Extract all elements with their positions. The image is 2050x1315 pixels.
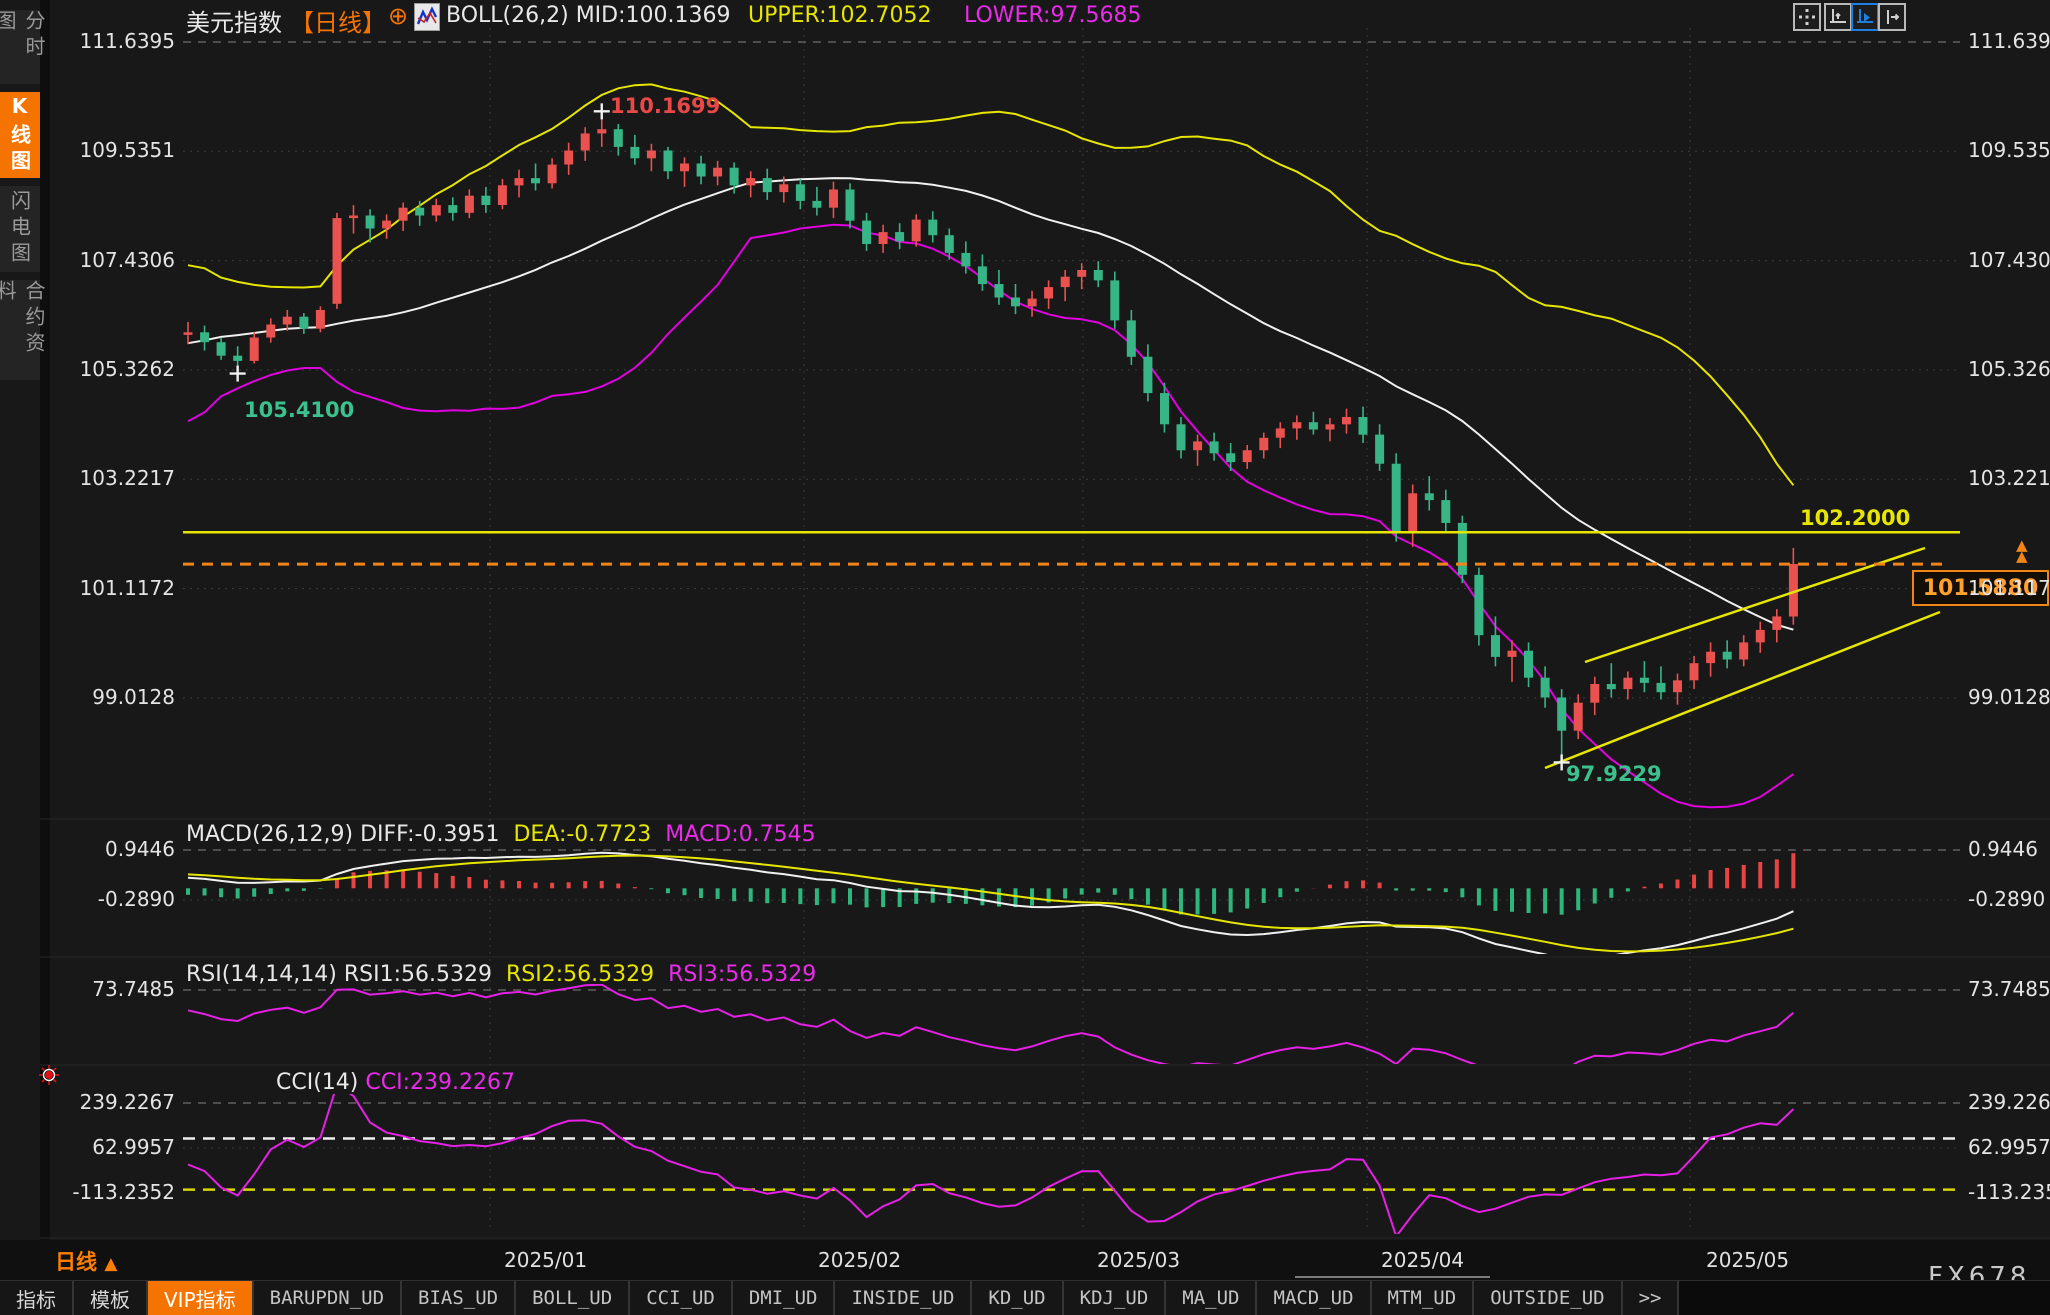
- tab-maud[interactable]: MA_UD: [1166, 1281, 1257, 1315]
- macd-axis-label-left: -0.2890: [47, 889, 175, 909]
- price-axis-label-left: 107.4306: [47, 250, 175, 270]
- rsi1-value: RSI1:56.5329: [344, 962, 492, 987]
- cci-axis-label-right: 62.9957: [1968, 1137, 2050, 1157]
- boll-upper-value: UPPER:102.7052: [748, 3, 932, 28]
- rsi-panel-title: RSI(14,14,14) RSI1:56.5329 RSI2:56.5329 …: [186, 962, 816, 987]
- price-axis-label-right: 103.2217: [1968, 468, 2050, 488]
- price-axis-label-right: 99.0128: [1968, 687, 2050, 707]
- cci-value: CCI:239.2267: [365, 1070, 515, 1095]
- macd-panel-title: MACD(26,12,9) DIFF:-0.3951 DEA:-0.7723 M…: [186, 822, 816, 847]
- add-indicator-icon[interactable]: ⊕: [388, 2, 408, 30]
- boll-lower-value: LOWER:97.5685: [964, 3, 1141, 28]
- rsi-name: RSI(14,14,14): [186, 962, 337, 987]
- period-selector[interactable]: 日线 ▲: [55, 1246, 117, 1276]
- price-axis-label-left: 99.0128: [47, 687, 175, 707]
- tab-指标[interactable]: 指标: [0, 1281, 74, 1315]
- price-axis-label-right: 101.1172: [1968, 578, 2050, 598]
- month-label: 2025/01: [504, 1248, 587, 1272]
- cci-panel-title: CCI(14) CCI:239.2267: [276, 1070, 515, 1095]
- tab-outsideud[interactable]: OUTSIDE_UD: [1474, 1281, 1622, 1315]
- dec-low-label: 105.4100: [244, 398, 354, 422]
- period-tag[interactable]: 【日线】: [290, 3, 386, 38]
- macd-axis-label-right: -0.2890: [1968, 889, 2045, 909]
- price-axis-label-left: 109.5351: [47, 140, 175, 160]
- cci-axis-label-left: 239.2267: [47, 1092, 175, 1112]
- price-axis-label-left: 111.6395: [47, 31, 175, 51]
- macd-dea: DEA:-0.7723: [513, 822, 651, 847]
- rsi2-value: RSI2:56.5329: [506, 962, 654, 987]
- axis-play-icon[interactable]: [1851, 3, 1879, 31]
- price-axis-label-right: 109.5351: [1968, 140, 2050, 160]
- alert-dot-icon[interactable]: [38, 1064, 60, 1086]
- axis-fit-icon[interactable]: [1824, 3, 1852, 31]
- tab-bollud[interactable]: BOLL_UD: [516, 1281, 630, 1315]
- price-axis-label-right: 111.6395: [1968, 31, 2050, 51]
- axis-shift-icon[interactable]: [1878, 3, 1906, 31]
- boll-label: BOLL(26,2) MID:100.1369: [446, 3, 730, 28]
- rsi-axis-label-left: 73.7485: [47, 979, 175, 999]
- tab-[interactable]: >>: [1623, 1281, 1680, 1315]
- tab-mtmud[interactable]: MTM_UD: [1372, 1281, 1475, 1315]
- price-axis-label-right: 105.3262: [1968, 359, 2050, 379]
- chart-style-icon[interactable]: [414, 3, 440, 31]
- tab-kdud[interactable]: KD_UD: [972, 1281, 1063, 1315]
- tab-模板[interactable]: 模板: [74, 1281, 148, 1315]
- tab-macdud[interactable]: MACD_UD: [1257, 1281, 1371, 1315]
- macd-diff: DIFF:-0.3951: [360, 822, 499, 847]
- cci-axis-label-left: 62.9957: [47, 1137, 175, 1157]
- price-axis-label-left: 103.2217: [47, 468, 175, 488]
- apr-low-label: 97.9229: [1566, 762, 1662, 786]
- macd-value: MACD:0.7545: [665, 822, 815, 847]
- price-axis-label-right: 107.4306: [1968, 250, 2050, 270]
- price-axis-label-left: 101.1172: [47, 578, 175, 598]
- tab-barupdnud[interactable]: BARUPDN_UD: [254, 1281, 402, 1315]
- high-price-label: 110.1699: [610, 94, 720, 118]
- indicator-tabbar: 指标模板VIP指标BARUPDN_UDBIAS_UDBOLL_UDCCI_UDD…: [0, 1280, 2050, 1315]
- h-scrollbar[interactable]: [1295, 1276, 1490, 1278]
- period-selector-label: 日线: [55, 1250, 97, 1274]
- month-label: 2025/04: [1381, 1248, 1464, 1272]
- rsi-axis-label-right: 73.7485: [1968, 979, 2050, 999]
- symbol-title: 美元指数: [186, 3, 282, 38]
- tab-insideud[interactable]: INSIDE_UD: [835, 1281, 972, 1315]
- tab-dmiud[interactable]: DMI_UD: [733, 1281, 836, 1315]
- cci-name: CCI(14): [276, 1070, 358, 1095]
- macd-axis-label-right: 0.9446: [1968, 839, 2038, 859]
- month-label: 2025/02: [818, 1248, 901, 1272]
- cci-axis-label-right: -113.2352: [1968, 1182, 2050, 1202]
- tab-biasud[interactable]: BIAS_UD: [402, 1281, 516, 1315]
- month-label: 2025/05: [1706, 1248, 1789, 1272]
- trading-app: { "header": { "symbol": "美元指数", "period"…: [0, 0, 2050, 1314]
- rsi3-value: RSI3:56.5329: [668, 962, 816, 987]
- tab-kdjud[interactable]: KDJ_UD: [1064, 1281, 1167, 1315]
- last-price-arrow-icon: ▲▲: [2016, 540, 2028, 562]
- macd-axis-label-left: 0.9446: [47, 839, 175, 859]
- boll-mid-value: MID:100.1369: [576, 3, 731, 28]
- pan-crosshair-icon[interactable]: [1793, 3, 1821, 31]
- tab-cciud[interactable]: CCI_UD: [630, 1281, 733, 1315]
- tab-vip指标[interactable]: VIP指标: [148, 1281, 254, 1315]
- cci-axis-label-right: 239.2267: [1968, 1092, 2050, 1112]
- support-line-label: 102.2000: [1800, 506, 1910, 530]
- period-up-arrow-icon: ▲: [104, 1254, 117, 1274]
- price-axis-label-left: 105.3262: [47, 359, 175, 379]
- macd-name: MACD(26,12,9): [186, 822, 353, 847]
- cci-axis-label-left: -113.2352: [47, 1182, 175, 1202]
- month-label: 2025/03: [1097, 1248, 1180, 1272]
